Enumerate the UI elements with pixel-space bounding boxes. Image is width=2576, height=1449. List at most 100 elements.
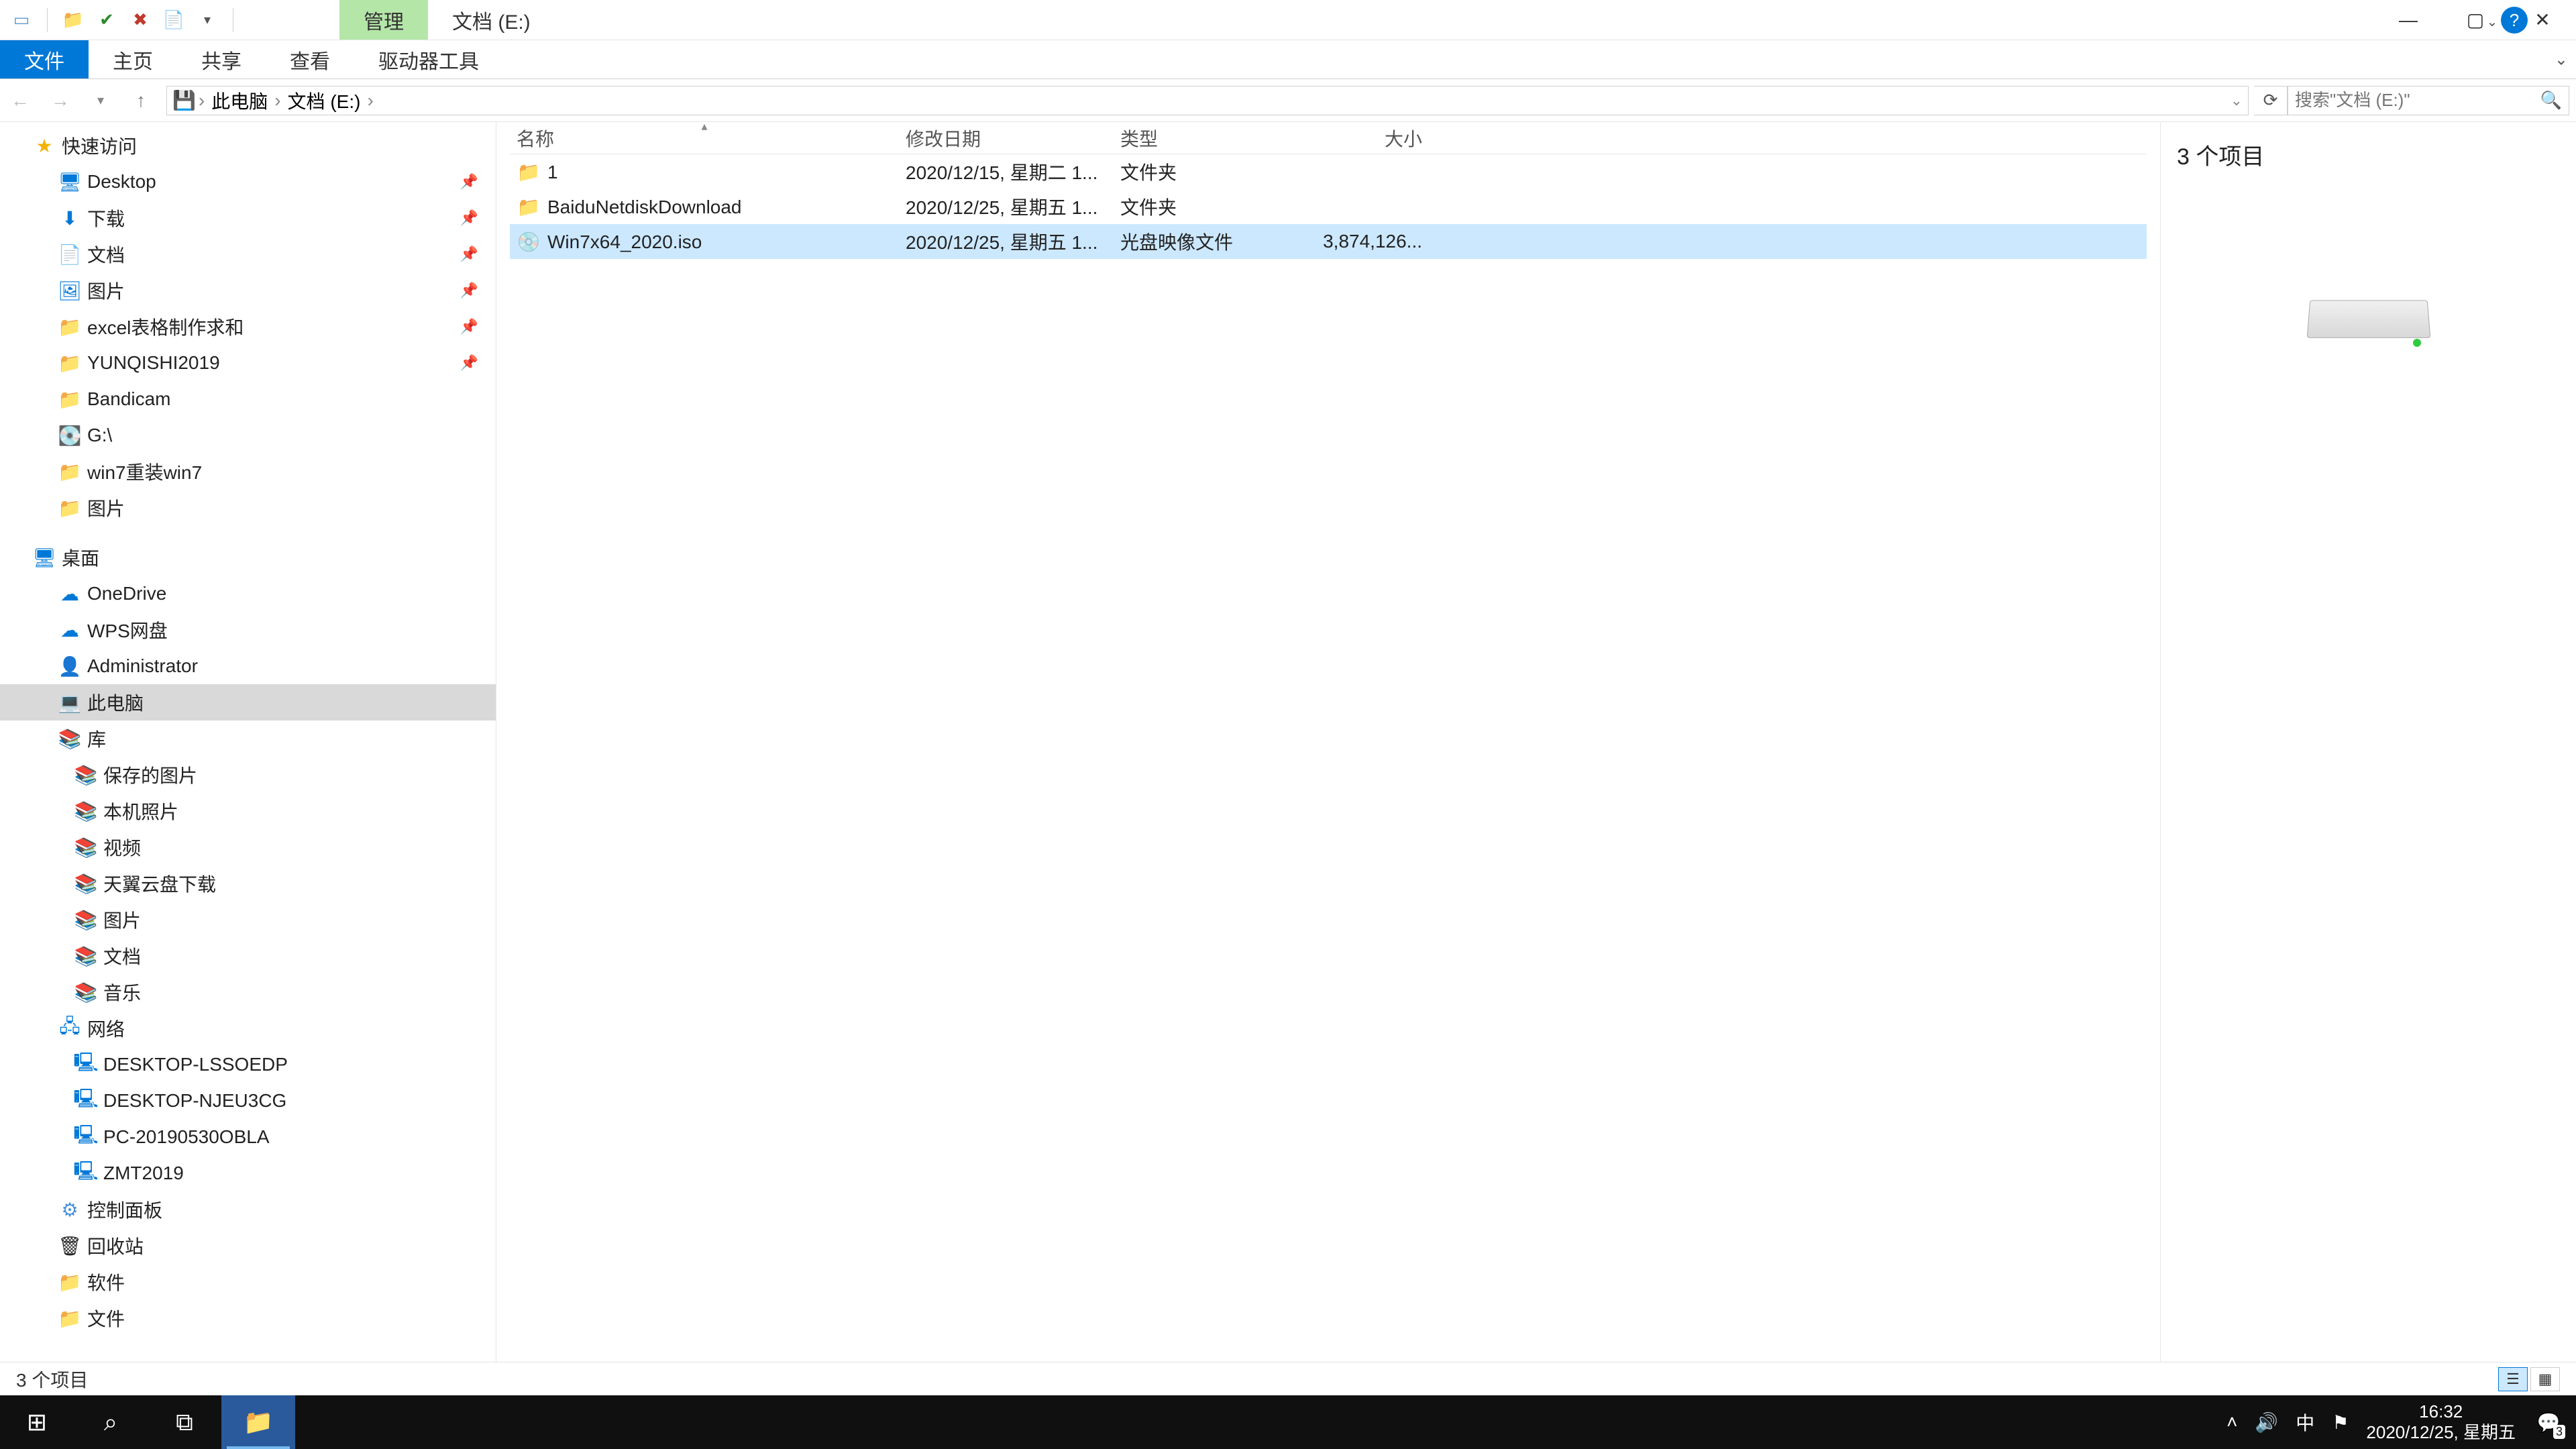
ribbon-tab-home[interactable]: 主页 [89,40,177,78]
pin-icon: 📌 [460,173,478,191]
tree-network-item[interactable]: 🖳DESKTOP-LSSOEDP [0,1046,496,1083]
tree-quick-item[interactable]: 💽G:\ [0,417,496,453]
start-button[interactable]: ⊞ [0,1395,74,1449]
view-icons-button[interactable]: ▦ [2530,1367,2560,1391]
tree-network-item[interactable]: 🖳DESKTOP-NJEU3CG [0,1083,496,1119]
task-view-button[interactable]: ⧉ [148,1395,221,1449]
tree-quick-item[interactable]: 🖥Desktop📌 [0,164,496,200]
lib-icon: 📚 [58,728,82,750]
column-header-name[interactable]: ▴ 名称 [510,125,899,152]
breadcrumb-dropdown-icon[interactable]: ⌄ [2231,92,2243,109]
qat-check-icon[interactable]: ✔ [93,7,120,34]
contextual-tab-manage[interactable]: 管理 [339,0,428,40]
column-header-type[interactable]: 类型 [1114,125,1295,152]
qat-folder-icon[interactable]: 📁 [60,7,87,34]
tree-library-item[interactable]: 📚文档 [0,938,496,974]
ribbon-tab-file[interactable]: 文件 [0,40,89,78]
crumb-sep-icon[interactable]: › [196,90,207,111]
tree-network[interactable]: 🖧 网络 [0,1010,496,1046]
file-row[interactable]: 📁12020/12/15, 星期二 1...文件夹 [510,154,2147,189]
tree-quick-item[interactable]: 🖼图片📌 [0,272,496,309]
tree-library-item[interactable]: 📚视频 [0,829,496,865]
tree-desktop-item[interactable]: ☁WPS网盘 [0,612,496,648]
tree-desktop-item[interactable]: 📚库 [0,720,496,757]
tree-quick-item[interactable]: 📁YUNQISHI2019📌 [0,345,496,381]
taskbar-search-button[interactable]: ⌕ [74,1395,148,1449]
ribbon-tab-view[interactable]: 查看 [266,40,354,78]
crumb-sep-icon[interactable]: › [364,90,376,111]
column-header-date[interactable]: 修改日期 [899,125,1114,152]
ribbon-tab-share[interactable]: 共享 [177,40,266,78]
control-panel-icon: ⚙ [58,1199,82,1221]
search-input[interactable] [2295,90,2540,111]
action-center-button[interactable]: 💬 3 [2533,1407,2564,1438]
ribbon-dropdown-icon[interactable]: ⌄ [2482,13,2502,30]
tree-quick-item[interactable]: 📁图片 [0,490,496,526]
file-name-cell: 📁1 [510,161,899,183]
tree-software-folder[interactable]: 📁 软件 [0,1264,496,1300]
qat-new-folder-icon[interactable]: 📄 [160,7,187,34]
tray-overflow-icon[interactable]: ˄ [2226,1411,2237,1433]
system-tray: ˄ 🔊 中 ⚑ 16:32 2020/12/25, 星期五 💬 3 [2226,1401,2576,1443]
file-row[interactable]: 📁BaiduNetdiskDownload2020/12/25, 星期五 1..… [510,189,2147,224]
view-details-button[interactable]: ☰ [2498,1367,2528,1391]
tray-flag-icon[interactable]: ⚑ [2332,1411,2349,1434]
ribbon-collapse-icon[interactable]: ⌄ [2555,50,2568,69]
file-row[interactable]: 💿Win7x64_2020.iso2020/12/25, 星期五 1...光盘映… [510,224,2147,259]
tree-library-item[interactable]: 📚图片 [0,902,496,938]
file-list[interactable]: ▴ 名称 修改日期 类型 大小 📁12020/12/15, 星期二 1...文件… [496,122,2160,1362]
tree-quick-item[interactable]: ⬇下载📌 [0,200,496,236]
tree-network-item[interactable]: 🖳PC-20190530OBLA [0,1119,496,1155]
tree-quick-item[interactable]: 📄文档📌 [0,236,496,272]
lib-icon: 📚 [74,800,98,822]
tree-desktop[interactable]: 🖥 桌面 [0,539,496,576]
file-name-cell: 💿Win7x64_2020.iso [510,231,899,253]
content-area: ▴ 名称 修改日期 类型 大小 📁12020/12/15, 星期二 1...文件… [496,122,2576,1362]
column-header-size[interactable]: 大小 [1295,125,1429,152]
ribbon-tab-drive-tools[interactable]: 驱动器工具 [354,40,503,78]
tree-library-item[interactable]: 📚本机照片 [0,793,496,829]
navigation-pane[interactable]: ★ 快速访问 🖥Desktop📌⬇下载📌📄文档📌🖼图片📌📁excel表格制作求和… [0,122,496,1362]
iso-icon: 💿 [517,231,541,253]
help-button[interactable]: ? [2501,7,2528,34]
tree-library-item[interactable]: 📚保存的图片 [0,757,496,793]
taskbar-clock[interactable]: 16:32 2020/12/25, 星期五 [2366,1401,2516,1443]
breadcrumb[interactable]: 💾 › 此电脑 › 文档 (E:) › ⌄ [166,86,2249,115]
nav-back-button[interactable]: ← [0,79,40,121]
tree-desktop-item[interactable]: ☁OneDrive [0,576,496,612]
preview-item-count: 3 个项目 [2177,138,2560,171]
refresh-button[interactable]: ⟳ [2254,86,2288,115]
tree-control-panel[interactable]: ⚙ 控制面板 [0,1191,496,1228]
nav-recent-dropdown[interactable]: ▾ [80,79,121,121]
tray-volume-icon[interactable]: 🔊 [2255,1411,2278,1434]
tray-ime-indicator[interactable]: 中 [2296,1409,2314,1436]
tree-quick-item[interactable]: 📁Bandicam [0,381,496,417]
app-icon[interactable]: ▭ [8,7,35,34]
net-icon: 🖳 [74,1121,98,1153]
minimize-button[interactable]: — [2375,0,2442,40]
network-icon: 🖧 [58,1012,82,1044]
nav-forward-button[interactable]: → [40,79,80,121]
tree-label: 保存的图片 [103,761,197,788]
tree-desktop-item[interactable]: 👤Administrator [0,648,496,684]
qat-dropdown-icon[interactable]: ▾ [194,7,221,34]
tree-library-item[interactable]: 📚天翼云盘下载 [0,865,496,902]
tree-quick-item[interactable]: 📁win7重装win7 [0,453,496,490]
tree-quick-access[interactable]: ★ 快速访问 [0,127,496,164]
taskbar-explorer-button[interactable]: 📁 [221,1395,295,1449]
tree-library-item[interactable]: 📚音乐 [0,974,496,1010]
tree-quick-item[interactable]: 📁excel表格制作求和📌 [0,309,496,345]
nav-up-button[interactable]: ↑ [121,79,161,121]
tree-wendang-folder[interactable]: 📁 文件 [0,1300,496,1336]
tree-network-item[interactable]: 🖳ZMT2019 [0,1155,496,1191]
crumb-this-pc[interactable]: 此电脑 [207,87,272,114]
drive-icon: 💾 [172,89,196,111]
drive-preview-icon [2302,278,2436,359]
search-box[interactable]: 🔍 [2288,86,2569,115]
crumb-drive-e[interactable]: 文档 (E:) [284,87,365,114]
tree-desktop-item[interactable]: 💻此电脑 [0,684,496,720]
qat-close-icon[interactable]: ✖ [127,7,154,34]
search-icon[interactable]: 🔍 [2540,90,2562,111]
crumb-sep-icon[interactable]: › [272,90,283,111]
tree-recycle-bin[interactable]: 🗑 回收站 [0,1228,496,1264]
